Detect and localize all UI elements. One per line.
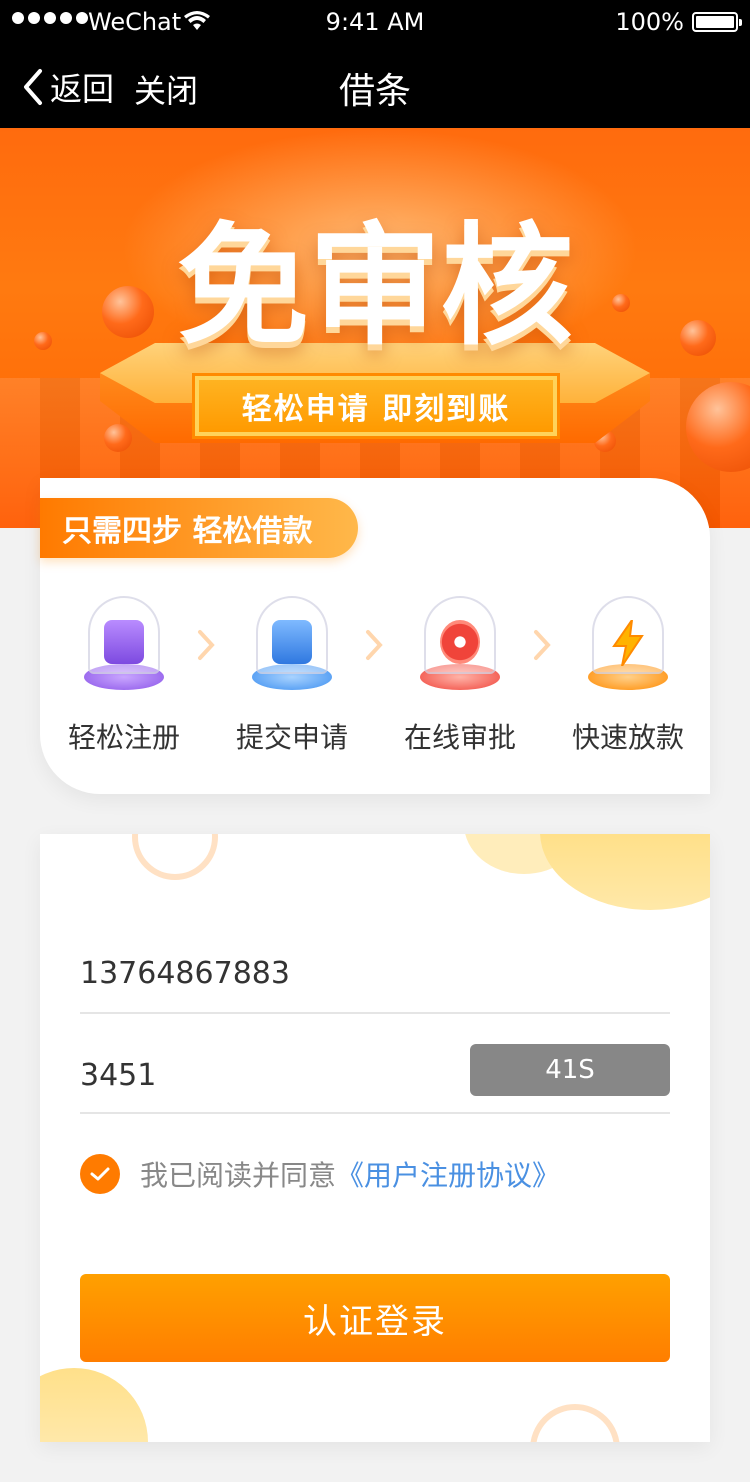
top-bar: WeChat 9:41 AM 100% 返回 关闭 借条 xyxy=(0,0,750,128)
check-icon xyxy=(90,1167,110,1181)
status-bar: WeChat 9:41 AM 100% xyxy=(0,0,750,46)
step-register: 轻松注册 xyxy=(64,596,184,756)
step-label: 轻松注册 xyxy=(67,721,180,754)
phone-input[interactable]: 13764867883 xyxy=(80,956,290,991)
step-loan: 快速放款 xyxy=(568,596,688,756)
step-submit: 提交申请 xyxy=(232,596,352,756)
chevron-right-icon xyxy=(198,630,215,660)
phone-field[interactable]: 13764867883 xyxy=(80,956,670,1014)
agreement-text: 我已阅读并同意 xyxy=(140,1159,337,1192)
register-icon xyxy=(84,596,164,696)
page-title: 借条 xyxy=(338,71,411,112)
steps-tag: 只需四步 轻松借款 xyxy=(40,498,358,558)
decor-ring xyxy=(530,1404,620,1442)
step-label: 快速放款 xyxy=(571,721,684,754)
battery-icon xyxy=(692,12,742,32)
decor-ring xyxy=(132,834,218,880)
online-review-icon xyxy=(420,596,500,696)
step-label: 提交申请 xyxy=(235,721,348,754)
chevron-right-icon xyxy=(534,630,551,660)
chevron-right-icon xyxy=(366,630,383,660)
fast-loan-icon xyxy=(588,596,668,696)
agreement-checkbox[interactable] xyxy=(80,1154,120,1194)
decor-blob xyxy=(540,834,710,910)
banner-headline: 免审核 xyxy=(177,210,573,364)
agreement-link[interactable]: 《用户注册协议》 xyxy=(336,1154,560,1194)
promo-banner: 免审核 轻松申请 即刻到账 xyxy=(0,128,750,528)
decor-ball-icon xyxy=(104,424,132,452)
login-submit-button[interactable]: 认证登录 xyxy=(80,1274,670,1362)
resend-code-button[interactable]: 41S xyxy=(470,1044,670,1096)
nav-bar: 返回 关闭 借条 xyxy=(0,46,750,128)
step-review: 在线审批 xyxy=(400,596,520,756)
banner-tagline: 轻松申请 即刻到账 xyxy=(195,376,557,436)
step-label: 在线审批 xyxy=(403,721,516,754)
verification-code-field[interactable]: 3451 41S xyxy=(80,1044,670,1114)
agreement-row: 我已阅读并同意 《用户注册协议》 xyxy=(80,1154,560,1194)
code-input[interactable]: 3451 xyxy=(80,1058,156,1093)
battery-percent: 100% xyxy=(615,8,684,36)
submit-application-icon xyxy=(252,596,332,696)
decor-blob xyxy=(40,1368,148,1442)
